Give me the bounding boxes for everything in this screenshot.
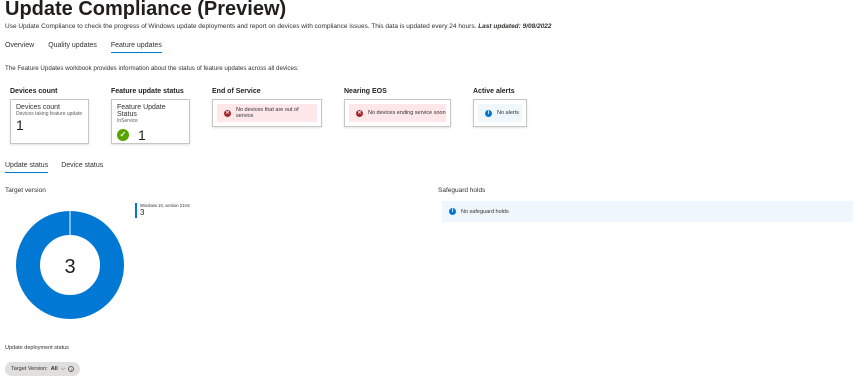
legend-series-value: 3 (140, 208, 145, 217)
workbook-tabs: Overview Quality updates Feature updates (5, 42, 162, 53)
tab-update-status[interactable]: Update status (5, 162, 49, 173)
active-alerts-heading: Active alerts (473, 88, 515, 95)
nearing-eos-text: No devices ending service soon (368, 110, 446, 116)
tab-device-status[interactable]: Device status (61, 162, 103, 173)
end-of-service-heading: End of Service (212, 88, 261, 95)
tab-quality-updates[interactable]: Quality updates (48, 42, 97, 53)
devices-count-tile[interactable]: Devices count Devices taking feature upd… (10, 99, 89, 144)
devices-count-heading: Devices count (10, 88, 58, 95)
safeguard-holds-label: Safeguard holds (438, 187, 486, 194)
feature-status-subtitle: InService (117, 118, 138, 124)
active-alerts-message: i No alerts (478, 104, 522, 122)
info-icon: i (485, 109, 492, 117)
tab-feature-updates[interactable]: Feature updates (110, 42, 162, 53)
end-of-service-tile: ✕ No devices that are out of service (212, 99, 322, 127)
nearing-eos-message: ✕ No devices ending service soon (349, 104, 446, 122)
deployment-status-label: Update deployment status (5, 345, 69, 351)
feature-status-value: 1 (138, 127, 146, 143)
devices-count-title: Devices count (16, 104, 60, 111)
end-of-service-message: ✕ No devices that are out of service (217, 104, 317, 122)
end-of-service-text: No devices that are out of service (235, 107, 299, 119)
chevron-down-icon: ⌵ (60, 365, 66, 372)
info-icon: i (449, 208, 456, 215)
devices-count-subtitle: Devices taking feature update (16, 111, 83, 117)
error-icon: ✕ (224, 109, 231, 117)
filter-label: Target Version: (11, 366, 48, 372)
legend-swatch (135, 203, 137, 218)
status-subtabs: Update status Device status (5, 162, 103, 173)
feature-status-title: Feature Update Status (117, 104, 166, 118)
active-alerts-tile: i No alerts (473, 99, 527, 127)
checkmark-icon: ✓ (117, 129, 129, 141)
devices-count-value: 1 (16, 117, 24, 133)
target-version-filter[interactable]: Target Version: All ⌵ i (5, 362, 81, 376)
nearing-eos-tile: ✕ No devices ending service soon (344, 99, 451, 127)
description-text: Use Update Compliance to check the progr… (5, 23, 477, 30)
feature-status-tile[interactable]: Feature Update Status InService ✓ 1 (111, 99, 190, 144)
info-outline-icon: i (68, 366, 75, 372)
safeguard-holds-message: i No safeguard holds (442, 201, 853, 222)
feature-status-row: ✓ 1 (117, 127, 184, 143)
safeguard-holds-text: No safeguard holds (461, 208, 509, 215)
nearing-eos-heading: Nearing EOS (344, 88, 387, 95)
legend-entry: Windows 10, version 21H2 3 (140, 203, 190, 218)
target-version-donut[interactable]: 3 (10, 205, 130, 325)
filter-value: All (50, 366, 58, 372)
tab-overview[interactable]: Overview (5, 42, 34, 53)
error-icon: ✕ (356, 109, 363, 117)
last-updated: Last updated: 9/08/2022 (478, 23, 552, 30)
page-description: Use Update Compliance to check the progr… (5, 23, 552, 30)
legend-series-name: Windows 10, version 21H2 (140, 203, 190, 208)
feature-status-heading: Feature update status (111, 88, 184, 95)
intro-text: The Feature Updates workbook provides in… (5, 65, 299, 72)
chart-legend: Windows 10, version 21H2 3 (135, 203, 190, 218)
target-version-label: Target version (5, 187, 46, 194)
active-alerts-text: No alerts (497, 110, 520, 116)
page-title: Update Compliance (Preview) (5, 0, 287, 20)
donut-center-value: 3 (64, 256, 75, 278)
